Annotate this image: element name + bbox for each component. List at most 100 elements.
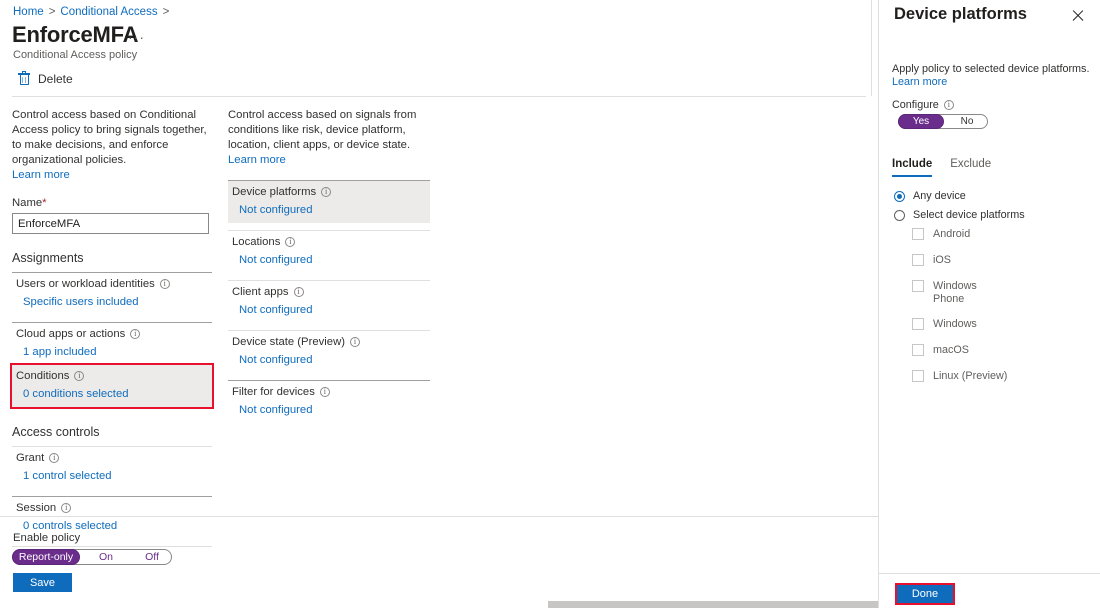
row-label-text: Conditions <box>16 370 69 382</box>
configure-option-no[interactable]: No <box>945 114 989 129</box>
radio-select-device-platforms[interactable]: Select device platforms <box>894 209 1025 221</box>
row-label-text: Users or workload identities <box>16 278 155 290</box>
page-title: EnforceMFA <box>12 22 138 48</box>
name-input[interactable] <box>12 213 209 234</box>
row-label: Conditions i <box>16 370 208 382</box>
row-label: Users or workload identities i <box>16 278 208 290</box>
row-label: Session i <box>16 502 208 514</box>
checkbox-icon[interactable] <box>912 344 924 356</box>
horizontal-scrollbar-thumb[interactable] <box>548 601 878 608</box>
row-cloud-apps-or-actions[interactable]: Cloud apps or actions i 1 app included <box>12 323 212 365</box>
row-label: Device state (Preview) i <box>232 336 426 348</box>
configure-option-yes[interactable]: Yes <box>898 114 944 129</box>
info-icon[interactable]: i <box>130 329 140 339</box>
row-value[interactable]: Not configured <box>232 254 426 266</box>
row-value[interactable]: 1 control selected <box>16 470 208 482</box>
tab-exclude[interactable]: Exclude <box>950 158 991 177</box>
breadcrumb-home[interactable]: Home <box>13 6 44 18</box>
row-device-state[interactable]: Device state (Preview) i Not configured <box>228 331 430 373</box>
panel-description: Apply policy to selected device platform… <box>892 62 1090 76</box>
footer-divider <box>0 516 878 517</box>
row-label: Device platforms i <box>232 186 426 198</box>
panel-learn-more-link[interactable]: Learn more <box>892 76 947 88</box>
checkbox-label: Linux (Preview) <box>933 370 1007 383</box>
row-label: Filter for devices i <box>232 386 426 398</box>
assignments-group: Users or workload identities i Specific … <box>12 272 212 407</box>
row-value[interactable]: Not configured <box>232 304 426 316</box>
row-value[interactable]: Not configured <box>232 354 426 366</box>
row-label-text: Device state (Preview) <box>232 336 345 348</box>
info-icon[interactable]: i <box>160 279 170 289</box>
delete-button[interactable]: Delete <box>18 72 73 86</box>
row-client-apps[interactable]: Client apps i Not configured <box>228 281 430 323</box>
checkbox-android[interactable]: Android <box>912 228 970 241</box>
row-users-or-workload-identities[interactable]: Users or workload identities i Specific … <box>12 273 212 315</box>
info-icon[interactable]: i <box>285 237 295 247</box>
checkbox-windows[interactable]: Windows <box>912 318 977 331</box>
info-icon[interactable]: i <box>74 371 84 381</box>
radio-any-device[interactable]: Any device <box>894 190 966 202</box>
checkbox-icon[interactable] <box>912 254 924 266</box>
row-conditions[interactable]: Conditions i 0 conditions selected <box>12 365 212 407</box>
conditions-learn-more-link[interactable]: Learn more <box>228 154 286 166</box>
trash-icon <box>18 72 30 86</box>
access-controls-heading: Access controls <box>12 425 212 439</box>
close-icon[interactable] <box>1070 8 1086 24</box>
radio-button-icon[interactable] <box>894 210 905 221</box>
row-label-text: Filter for devices <box>232 386 315 398</box>
row-label: Locations i <box>232 236 426 248</box>
panel-title: Device platforms <box>894 5 1027 24</box>
info-icon[interactable]: i <box>294 287 304 297</box>
info-icon[interactable]: i <box>49 453 59 463</box>
checkbox-icon[interactable] <box>912 228 924 240</box>
radio-button-icon[interactable] <box>894 191 905 202</box>
row-grant[interactable]: Grant i 1 control selected <box>12 447 212 489</box>
save-button[interactable]: Save <box>13 573 72 592</box>
row-value[interactable]: Not configured <box>232 204 426 216</box>
page-subtitle: Conditional Access policy <box>13 49 137 61</box>
checkbox-icon[interactable] <box>912 318 924 330</box>
toggle-option-report-only[interactable]: Report-only <box>12 549 80 565</box>
toggle-option-off[interactable]: Off <box>131 549 173 565</box>
breadcrumb-conditional-access[interactable]: Conditional Access <box>60 6 157 18</box>
checkbox-windows-phone[interactable]: Windows Phone <box>912 280 992 306</box>
radio-label: Select device platforms <box>913 209 1025 221</box>
row-value[interactable]: Not configured <box>232 404 426 416</box>
row-value[interactable]: 1 app included <box>16 346 208 358</box>
checkbox-label: Windows Phone <box>933 280 985 306</box>
checkbox-ios[interactable]: iOS <box>912 254 951 267</box>
done-button[interactable]: Done <box>897 585 953 603</box>
info-icon[interactable]: i <box>61 503 71 513</box>
row-device-platforms[interactable]: Device platforms i Not configured <box>228 181 430 223</box>
checkbox-icon[interactable] <box>912 280 924 292</box>
more-options-icon[interactable]: ··· <box>128 31 145 43</box>
row-label-text: Device platforms <box>232 186 316 198</box>
row-locations[interactable]: Locations i Not configured <box>228 231 430 273</box>
info-icon[interactable]: i <box>350 337 360 347</box>
conditions-description-text: Control access based on signals from con… <box>228 109 416 151</box>
configure-toggle[interactable]: Yes No <box>898 114 988 129</box>
toggle-option-on[interactable]: On <box>85 549 127 565</box>
info-icon[interactable]: i <box>320 387 330 397</box>
configure-label-text: Configure <box>892 99 939 111</box>
breadcrumb-separator-1: > <box>49 6 56 18</box>
checkbox-macos[interactable]: macOS <box>912 344 969 357</box>
checkbox-icon[interactable] <box>912 370 924 382</box>
enable-policy-toggle[interactable]: Report-only On Off <box>12 549 172 565</box>
row-value[interactable]: 0 conditions selected <box>16 388 208 400</box>
assignments-heading: Assignments <box>12 251 212 265</box>
checkbox-label: macOS <box>933 344 969 357</box>
policy-learn-more-link[interactable]: Learn more <box>12 169 70 181</box>
conditions-description: Control access based on signals from con… <box>228 108 430 168</box>
policy-description-text: Control access based on Conditional Acce… <box>12 109 207 166</box>
info-icon[interactable]: i <box>944 100 954 110</box>
row-filter-for-devices[interactable]: Filter for devices i Not configured <box>228 381 430 423</box>
tab-include[interactable]: Include <box>892 158 932 177</box>
panel-vertical-divider <box>871 0 872 96</box>
checkbox-linux-preview[interactable]: Linux (Preview) <box>912 370 1007 383</box>
row-value[interactable]: 0 controls selected <box>16 520 208 532</box>
checkbox-label: Windows <box>933 318 977 331</box>
checkbox-label: iOS <box>933 254 951 267</box>
row-value[interactable]: Specific users included <box>16 296 208 308</box>
info-icon[interactable]: i <box>321 187 331 197</box>
